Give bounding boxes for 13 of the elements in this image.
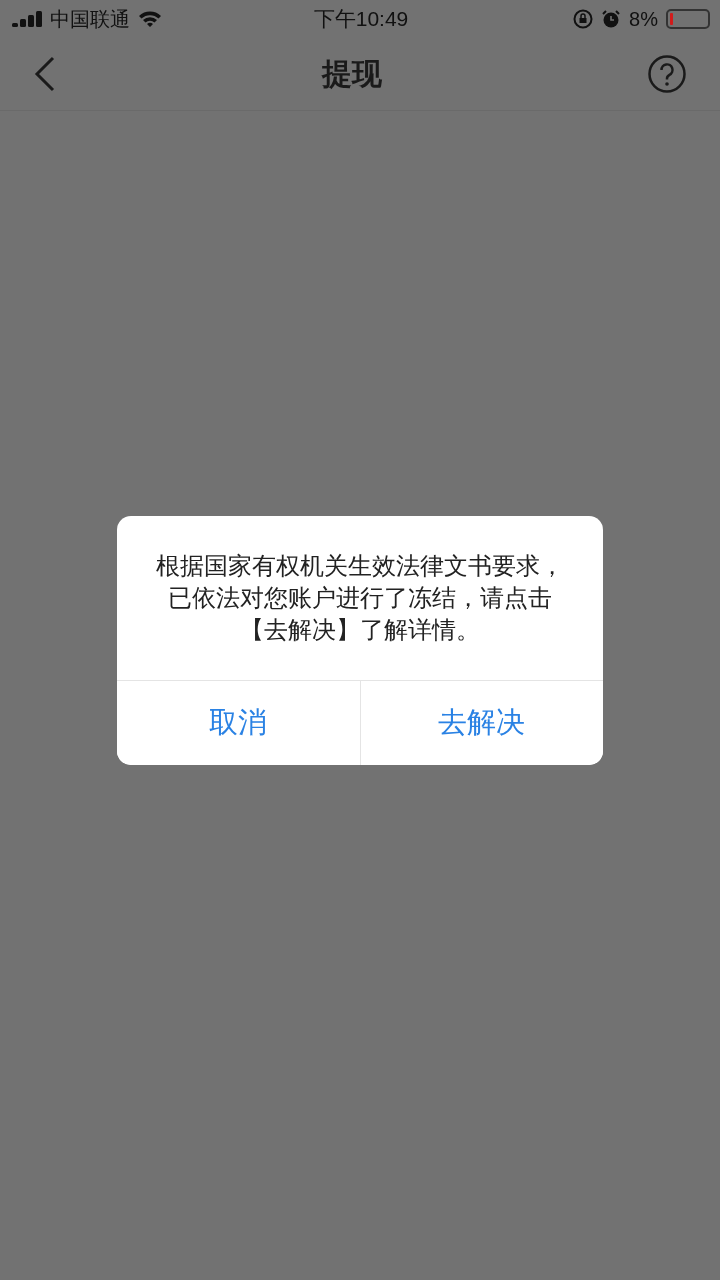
battery-percentage: 8% [629,7,658,31]
dialog-message: 根据国家有权机关生效法律文书要求，已依法对您账户进行了冻结，请点击【去解决】了解详情。 [155,551,565,645]
signal-icon [12,11,42,27]
rotation-lock-icon [573,9,594,29]
carrier-name: 中国联通 [50,6,130,32]
wifi-icon [138,10,162,28]
dialog-button[interactable]: 去解决 [359,681,603,765]
battery-icon [666,9,710,29]
help-icon[interactable] [648,55,686,93]
page-title: 提现 [322,55,382,92]
clock-time: 下午10:49 [313,6,409,32]
back-icon[interactable] [34,56,56,92]
alarm-icon [601,9,622,29]
